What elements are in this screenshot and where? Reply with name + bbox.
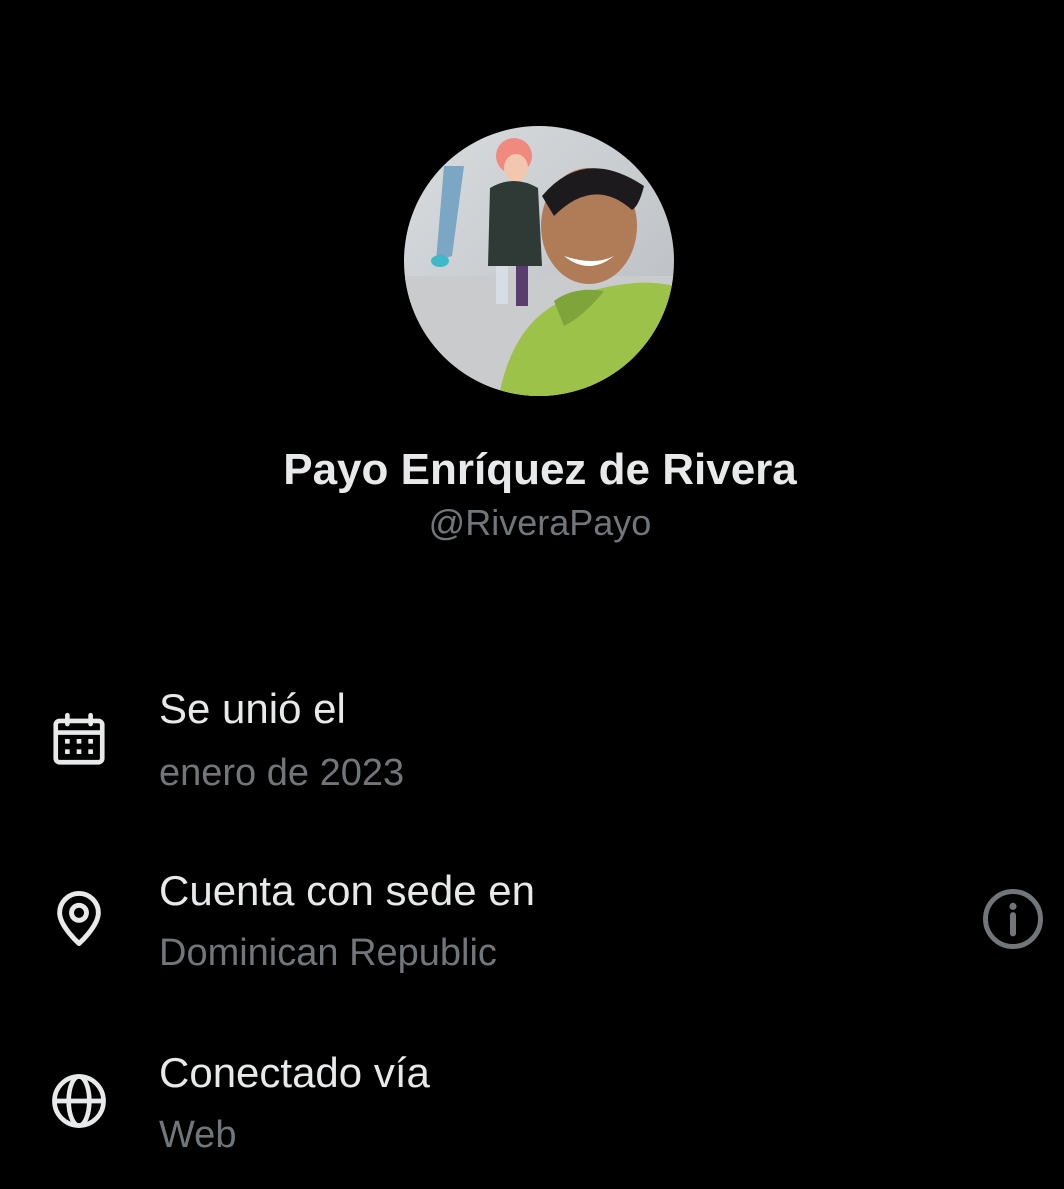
location-title: Cuenta con sede en xyxy=(159,867,535,914)
calendar-icon xyxy=(48,708,110,770)
location-pin-icon xyxy=(48,888,110,950)
joined-title: Se unió el xyxy=(159,685,346,732)
profile-display-name: Payo Enríquez de Rivera xyxy=(283,445,797,494)
profile-handle: @RiveraPayo xyxy=(428,502,652,543)
avatar-photo xyxy=(404,126,674,396)
info-icon xyxy=(983,889,1043,949)
location-info-button[interactable] xyxy=(980,886,1046,952)
globe-icon xyxy=(48,1070,110,1132)
connected-value: Web xyxy=(159,1114,237,1156)
connected-row: Conectado vía Web xyxy=(0,1044,1064,1174)
location-row: Cuenta con sede en Dominican Republic xyxy=(0,862,1064,992)
joined-row: Se unió el enero de 2023 xyxy=(0,680,1064,810)
connected-title: Conectado vía xyxy=(159,1049,430,1096)
location-value: Dominican Republic xyxy=(159,932,497,974)
joined-value: enero de 2023 xyxy=(159,752,405,794)
profile-avatar[interactable] xyxy=(404,126,674,396)
